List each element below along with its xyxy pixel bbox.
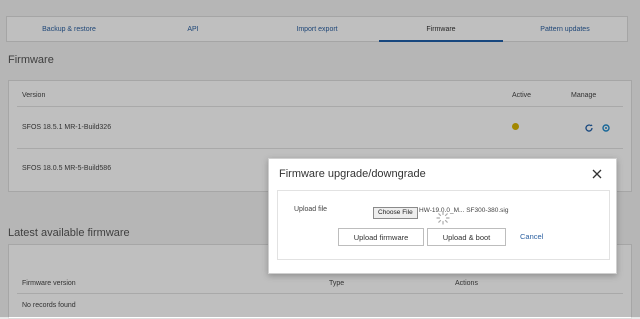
choose-file-button[interactable]: Choose File — [373, 207, 418, 219]
dialog-title: Firmware upgrade/downgrade — [279, 168, 426, 180]
loading-spinner-icon — [436, 211, 450, 225]
firmware-dialog: Firmware upgrade/downgrade Upload file C… — [268, 158, 617, 274]
upload-file-label: Upload file — [294, 206, 328, 213]
upload-firmware-button[interactable]: Upload firmware — [338, 228, 424, 246]
close-icon[interactable] — [590, 167, 604, 181]
cancel-link[interactable]: Cancel — [520, 232, 543, 241]
upload-boot-button[interactable]: Upload & boot — [427, 228, 506, 246]
dialog-body: Upload file Choose File HW-19.0.0_M... S… — [277, 190, 610, 260]
selected-file-name: HW-19.0.0_M... SF300-380.sig — [419, 207, 509, 214]
